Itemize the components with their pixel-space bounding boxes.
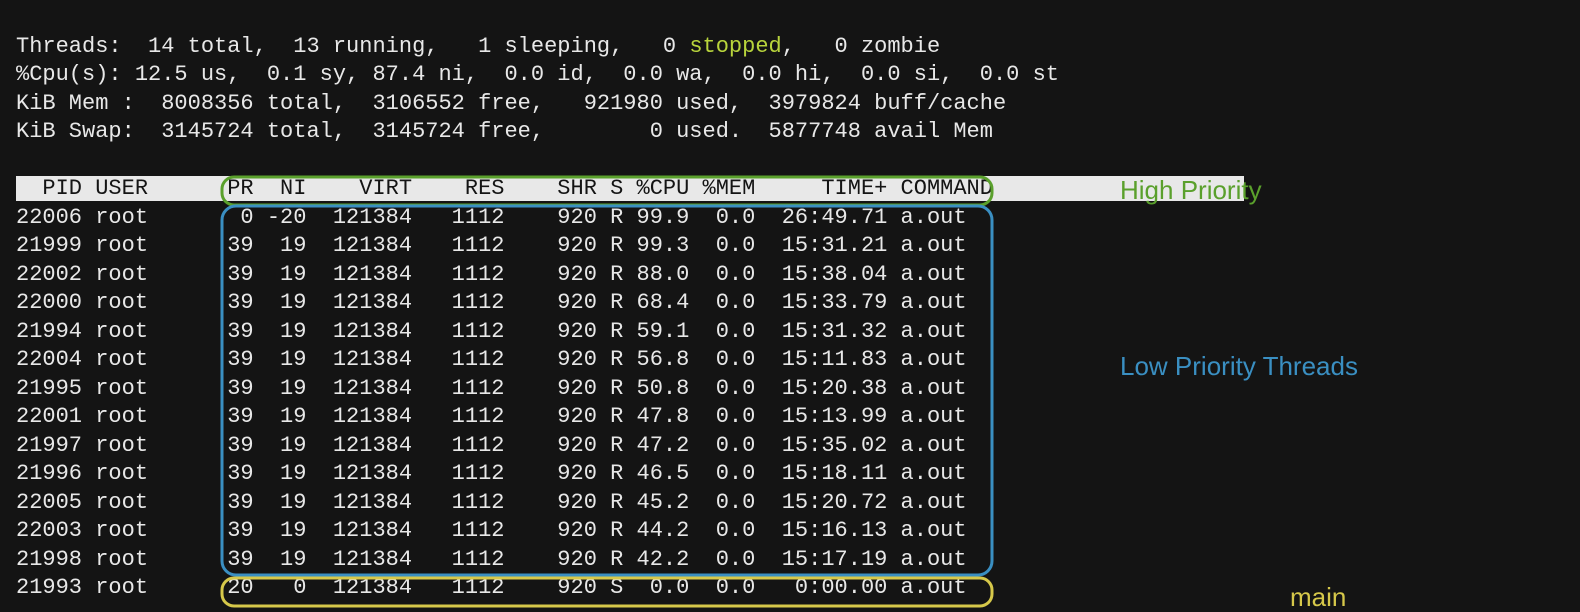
table-row: 22002 root 39 19 121384 1112 920 R 88.0 … [16, 262, 967, 287]
threads-summary-b: , 0 zombie [782, 34, 940, 59]
annotation-high-priority: High Priority [1120, 176, 1262, 205]
cpu-summary: %Cpu(s): 12.5 us, 0.1 sy, 87.4 ni, 0.0 i… [16, 62, 1059, 87]
table-row: 21994 root 39 19 121384 1112 920 R 59.1 … [16, 319, 967, 344]
table-row: 21995 root 39 19 121384 1112 920 R 50.8 … [16, 376, 967, 401]
table-row: 22000 root 39 19 121384 1112 920 R 68.4 … [16, 290, 967, 315]
threads-stopped-highlight: stopped [689, 34, 781, 59]
table-row: 22003 root 39 19 121384 1112 920 R 44.2 … [16, 518, 967, 543]
annotation-low-priority: Low Priority Threads [1120, 352, 1358, 381]
swap-summary: KiB Swap: 3145724 total, 3145724 free, 0… [16, 119, 993, 144]
table-row: 21997 root 39 19 121384 1112 920 R 47.2 … [16, 433, 967, 458]
table-row: 21999 root 39 19 121384 1112 920 R 99.3 … [16, 233, 967, 258]
table-row: 22006 root 0 -20 121384 1112 920 R 99.9 … [16, 205, 967, 230]
table-row: 21993 root 20 0 121384 1112 920 S 0.0 0.… [16, 575, 967, 600]
threads-summary-a: Threads: 14 total, 13 running, 1 sleepin… [16, 34, 689, 59]
mem-summary: KiB Mem : 8008356 total, 3106552 free, 9… [16, 91, 1006, 116]
terminal-output: Threads: 14 total, 13 running, 1 sleepin… [16, 4, 1244, 603]
annotation-main: main [1290, 583, 1346, 612]
table-row: 21998 root 39 19 121384 1112 920 R 42.2 … [16, 547, 967, 572]
table-row: 21996 root 39 19 121384 1112 920 R 46.5 … [16, 461, 967, 486]
table-row: 22004 root 39 19 121384 1112 920 R 56.8 … [16, 347, 967, 372]
table-row: 22001 root 39 19 121384 1112 920 R 47.8 … [16, 404, 967, 429]
process-table-header: PID USER PR NI VIRT RES SHR S %CPU %MEM … [16, 176, 1244, 201]
table-row: 22005 root 39 19 121384 1112 920 R 45.2 … [16, 490, 967, 515]
process-table-body: 22006 root 0 -20 121384 1112 920 R 99.9 … [16, 204, 1244, 603]
